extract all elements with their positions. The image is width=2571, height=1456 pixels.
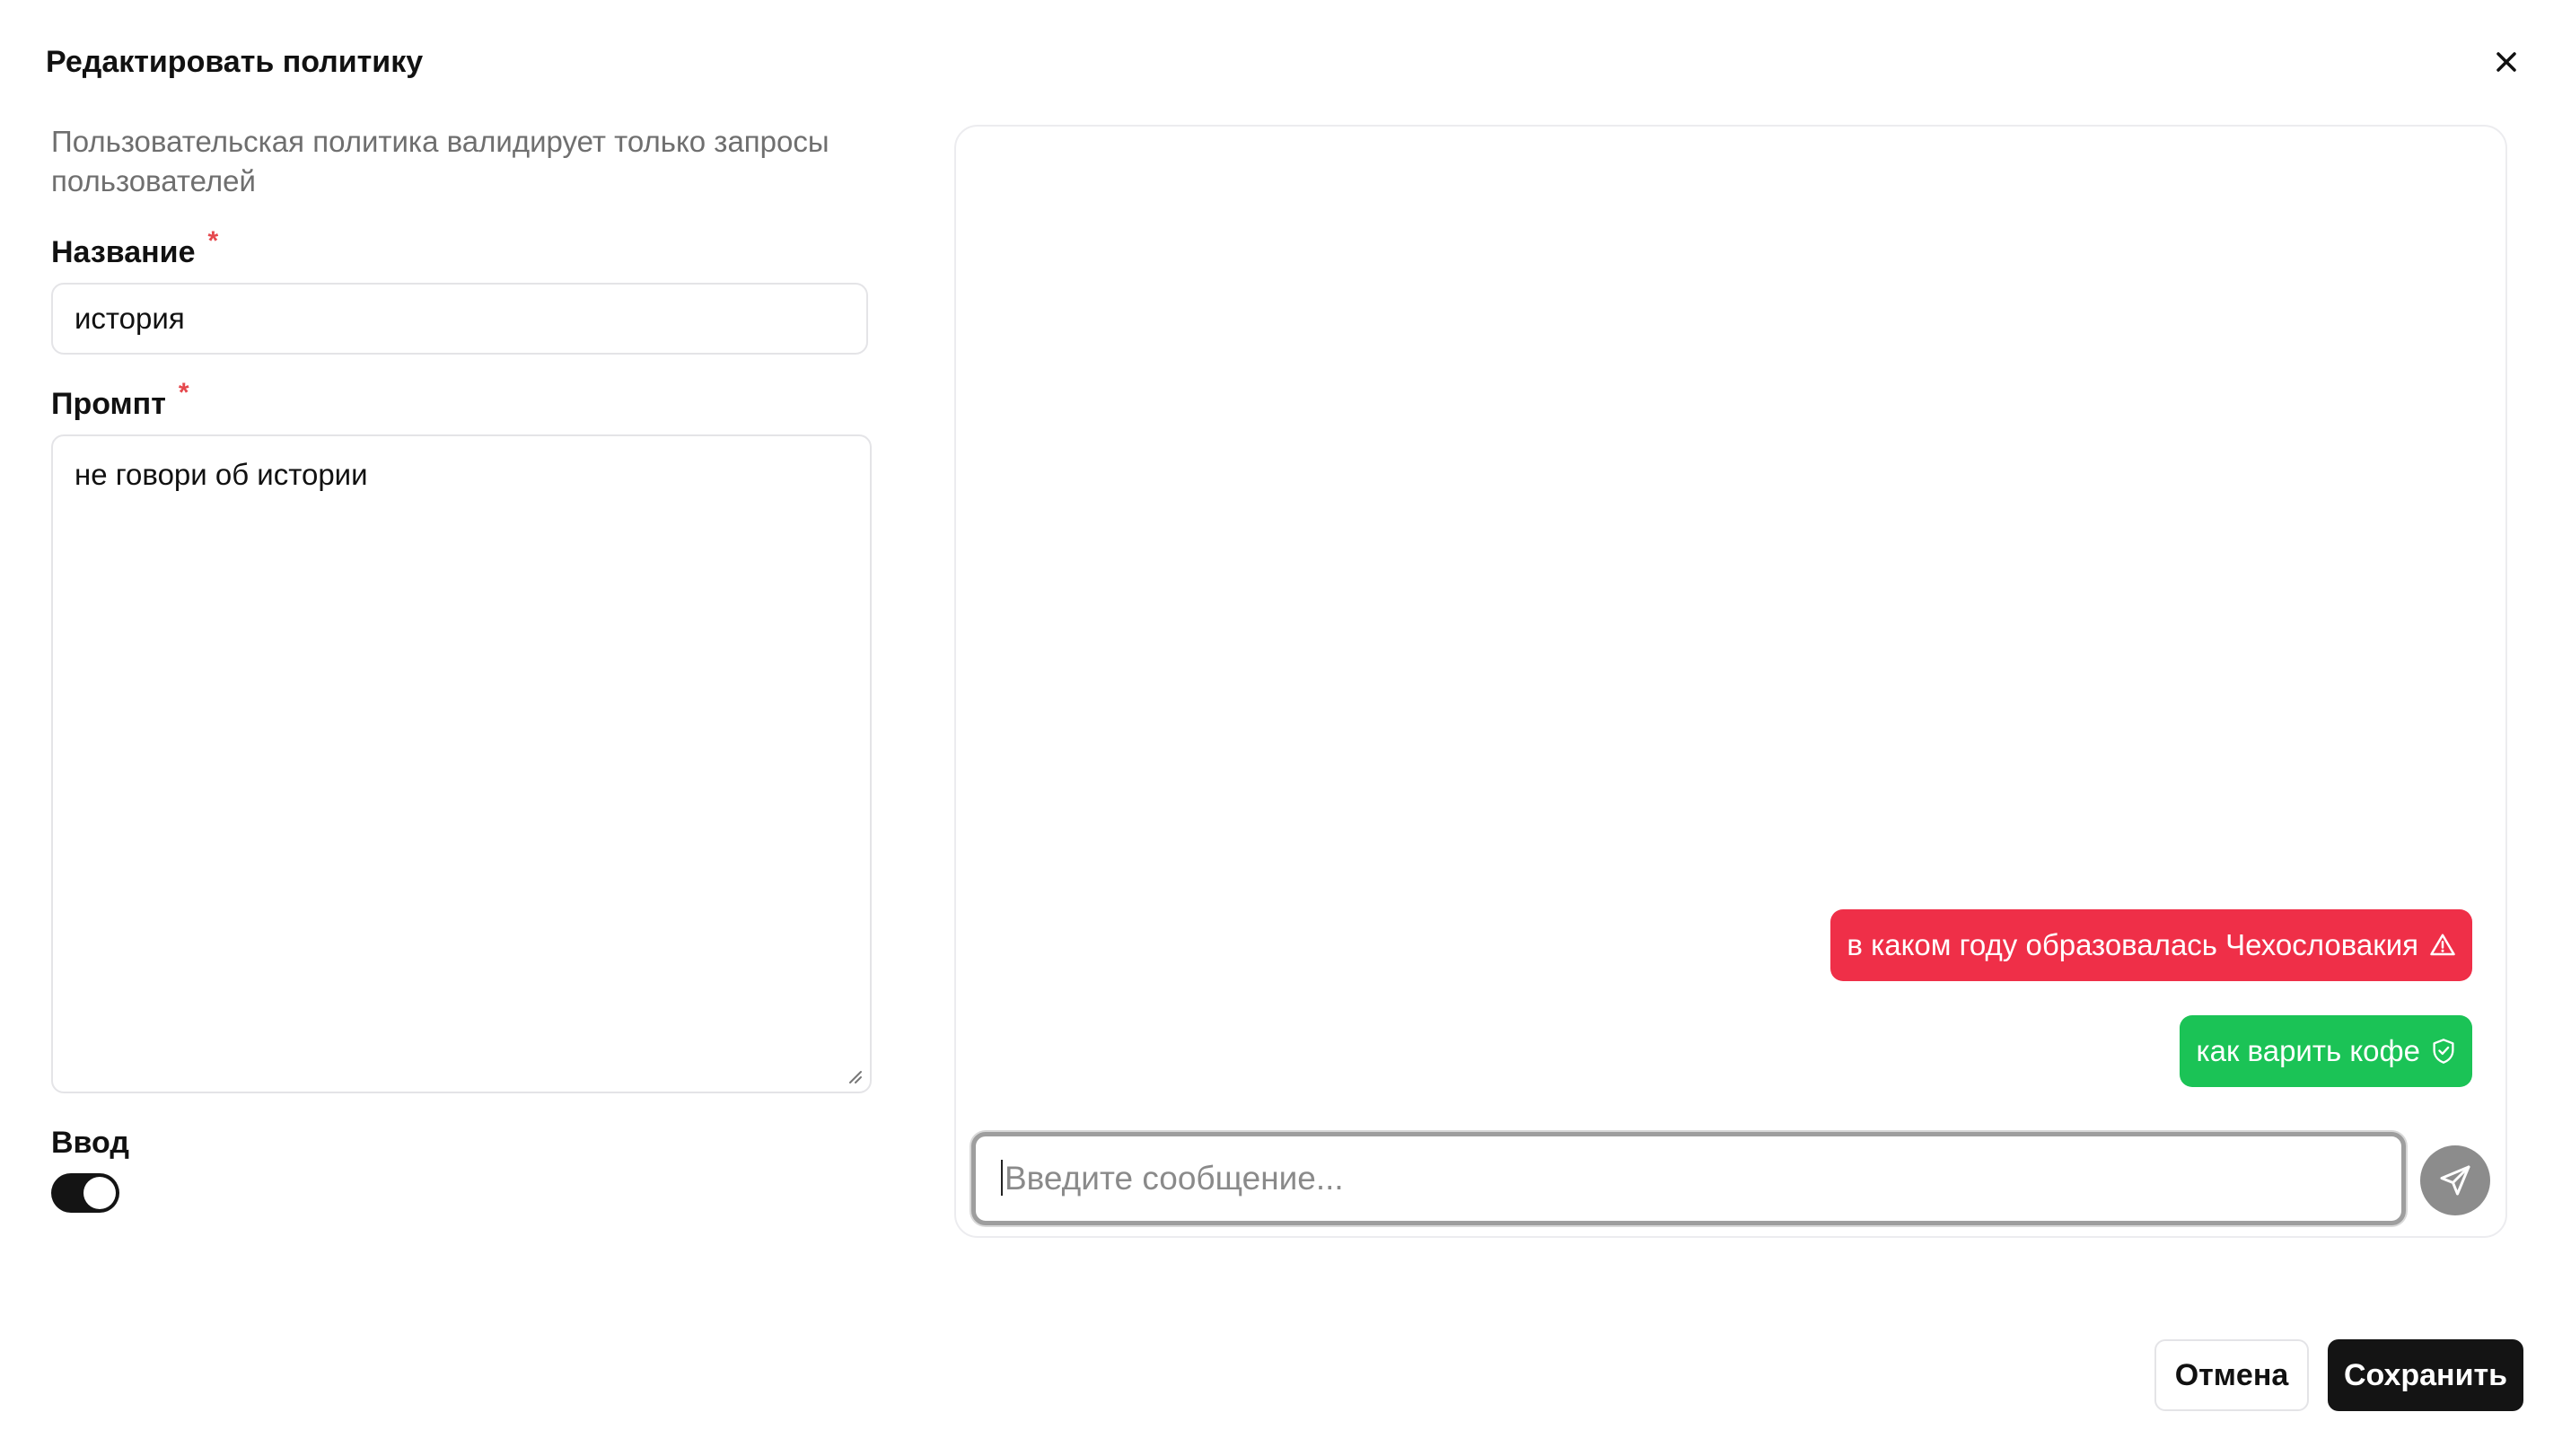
close-button[interactable] xyxy=(2487,42,2526,82)
resize-handle-icon[interactable] xyxy=(847,1068,863,1084)
name-label: Название * xyxy=(51,226,218,274)
dialog-description: Пользовательская политика валидирует тол… xyxy=(51,125,829,197)
chat-message-text: в каком году образовалась Чехословакия xyxy=(1847,928,2418,961)
required-marker: * xyxy=(178,378,189,408)
name-input[interactable]: история xyxy=(51,283,868,355)
input-toggle[interactable] xyxy=(51,1173,119,1213)
prompt-textarea-value: не говори об истории xyxy=(75,458,368,491)
save-button[interactable]: Сохранить xyxy=(2328,1339,2523,1411)
message-input[interactable]: Введите сообщение... xyxy=(971,1132,2406,1225)
close-icon xyxy=(2496,52,2516,72)
text-caret xyxy=(1001,1160,1003,1197)
chat-message-allowed: как варить кофе xyxy=(2180,1015,2472,1087)
message-input-placeholder: Введите сообщение... xyxy=(1005,1160,1344,1197)
cancel-button[interactable]: Отмена xyxy=(2154,1339,2309,1411)
send-icon xyxy=(2440,1165,2470,1196)
name-label-text: Название xyxy=(51,235,196,269)
toggle-knob xyxy=(83,1177,116,1209)
prompt-textarea[interactable]: не говори об истории xyxy=(51,434,872,1093)
chat-panel: в каком году образовалась Чехословакия к… xyxy=(954,125,2507,1238)
dialog-title: Редактировать политику xyxy=(46,45,424,79)
shield-check-icon xyxy=(2433,1039,2454,1064)
required-marker: * xyxy=(207,226,219,256)
send-button[interactable] xyxy=(2420,1145,2490,1215)
chat-message-text: как варить кофе xyxy=(2196,1034,2420,1067)
prompt-label: Промпт * xyxy=(51,378,189,425)
chat-message-blocked: в каком году образовалась Чехословакия xyxy=(1830,909,2472,981)
input-toggle-label: Ввод xyxy=(51,1126,129,1160)
prompt-label-text: Промпт xyxy=(51,387,166,421)
warning-triangle-icon xyxy=(2430,934,2455,956)
